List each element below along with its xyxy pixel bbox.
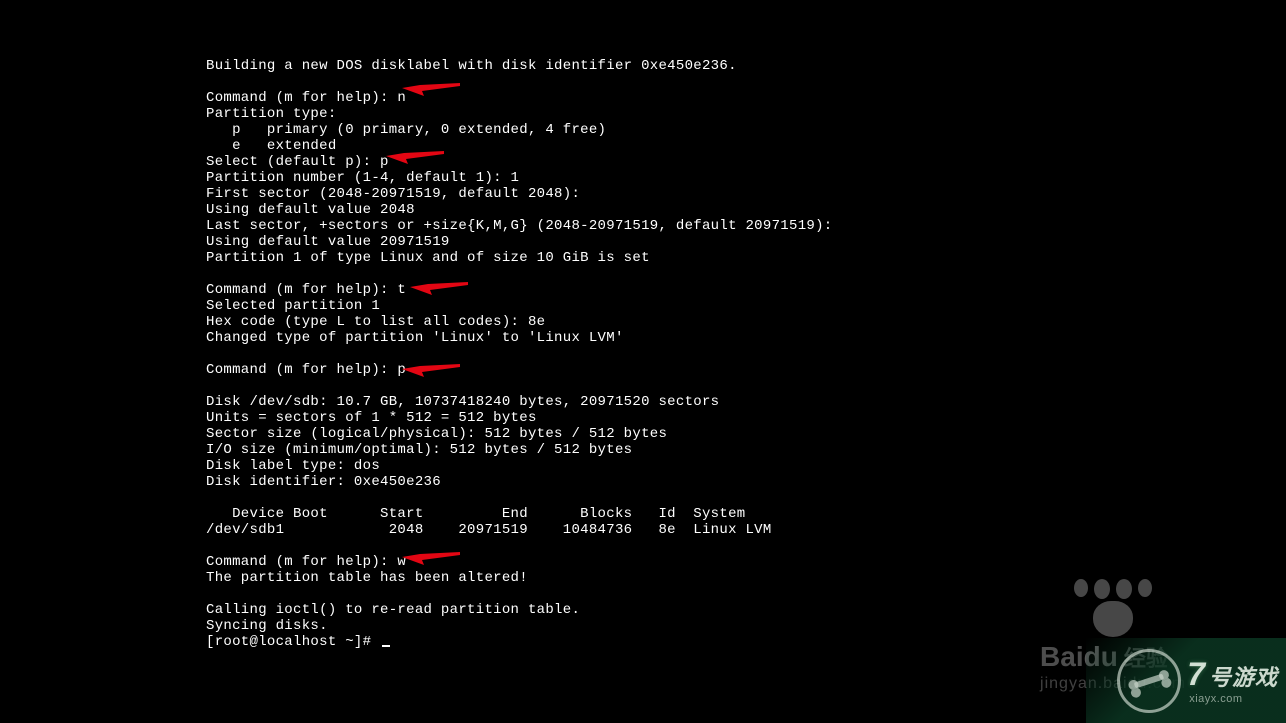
corner-title: 号游戏 xyxy=(1209,660,1278,692)
annotation-arrow-4 xyxy=(400,362,460,380)
logo-ring-icon xyxy=(1117,649,1181,713)
paw-icon xyxy=(1040,579,1186,637)
watermark-corner: 7 号游戏 xiayx.com xyxy=(1086,638,1286,723)
terminal-output[interactable]: Building a new DOS disklabel with disk i… xyxy=(206,58,833,650)
corner-seven: 7 xyxy=(1187,656,1205,693)
annotation-arrow-2 xyxy=(384,150,444,168)
corner-domain: xiayx.com xyxy=(1189,693,1242,705)
annotation-arrow-5 xyxy=(400,550,460,568)
annotation-arrow-1 xyxy=(400,82,460,100)
cursor xyxy=(382,645,390,647)
annotation-arrow-3 xyxy=(408,280,468,298)
